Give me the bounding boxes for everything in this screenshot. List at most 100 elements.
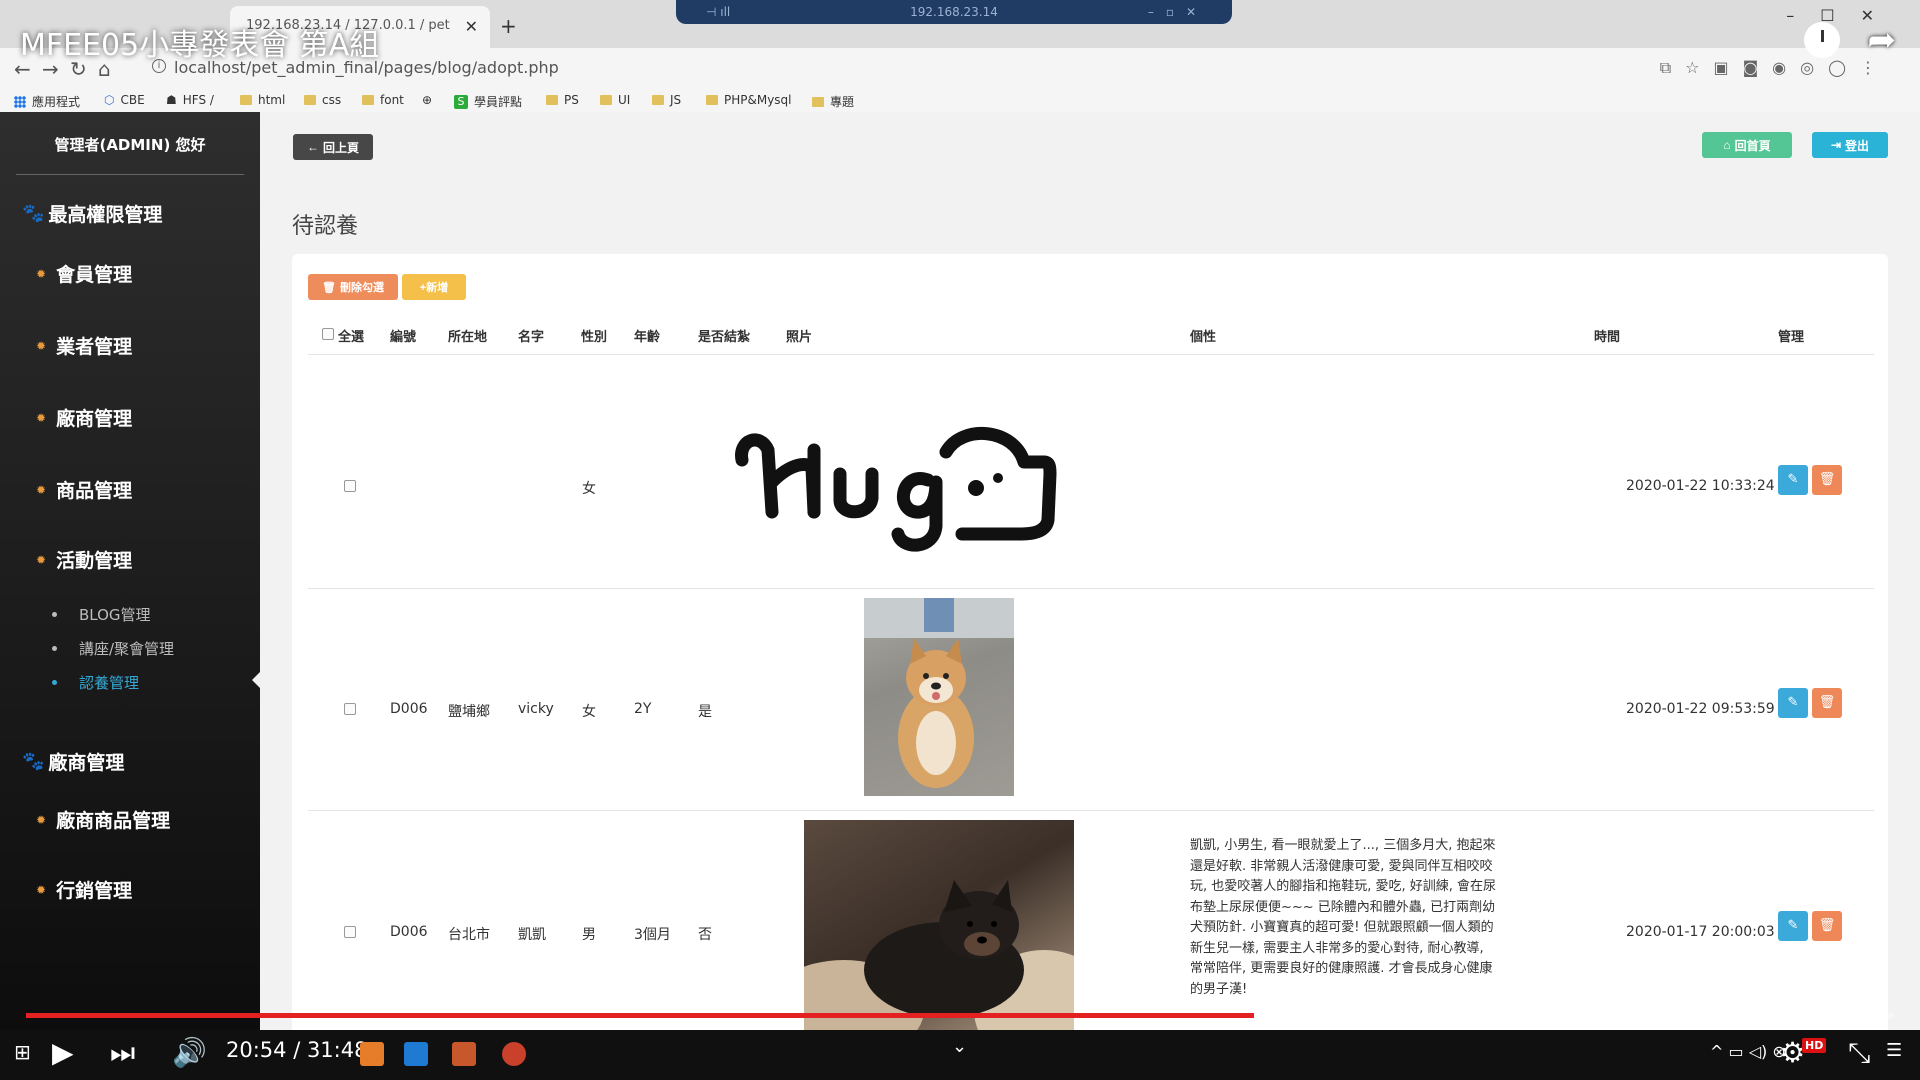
bookmark-globe[interactable]: ⊕	[422, 93, 432, 107]
row-id: D006	[390, 924, 428, 940]
row-age: 2Y	[634, 701, 652, 717]
cbe-icon: ⬡	[104, 93, 115, 107]
bookmark-hfs[interactable]: ☗ HFS /	[166, 93, 214, 107]
row-checkbox[interactable]	[344, 480, 356, 492]
bookmark-ps[interactable]: PS	[546, 93, 579, 107]
chevron-down-icon[interactable]: ⌄	[952, 1036, 967, 1057]
sidebar-item-marketing[interactable]: ✹ 行銷管理	[36, 876, 132, 903]
add-button[interactable]: +新增	[402, 274, 466, 300]
delete-selected-button[interactable]: 🗑 刪除勾選	[308, 274, 398, 300]
notification-icon[interactable]: ☰	[1886, 1040, 1902, 1061]
divider	[16, 174, 244, 175]
sidebar-item-events[interactable]: ✹ 活動管理	[36, 546, 132, 573]
row-gender: 女	[582, 704, 596, 720]
trash-icon: 🗑	[322, 281, 336, 294]
bookmark-html[interactable]: html	[240, 93, 285, 107]
vscode-icon[interactable]	[404, 1042, 428, 1066]
toolbar-extension-icons[interactable]: ⧉☆▣◙◉◎◯⋮	[1660, 58, 1890, 78]
row-adopted: 是	[698, 704, 712, 720]
progress-played[interactable]	[26, 1013, 1255, 1018]
hugs-logo	[735, 426, 1057, 552]
hfs-icon: ☗	[166, 93, 177, 107]
bookmark-review[interactable]: S 學員評點	[454, 93, 522, 110]
row-name: 凱凱	[518, 927, 546, 943]
sidebar-subitem-blog[interactable]: BLOG管理	[52, 604, 151, 625]
s-icon: S	[454, 94, 468, 109]
sidebar-item-businesses[interactable]: ✹ 業者管理	[36, 332, 132, 359]
row-location: 台北市	[448, 927, 490, 943]
video-title: MFEE05小專發表會 第A組	[20, 28, 380, 63]
close-icon[interactable]: ✕	[465, 17, 478, 36]
sidebar-subitem-adopt[interactable]: 認養管理	[52, 672, 139, 693]
new-tab-icon[interactable]: +	[500, 14, 517, 38]
folder-icon	[812, 96, 824, 107]
edit-button[interactable]: ✎	[1778, 688, 1808, 718]
row-gender: 女	[582, 481, 596, 497]
powerpoint-icon[interactable]	[502, 1042, 526, 1066]
sidebar-item-vendors[interactable]: ✹ 廠商管理	[36, 404, 132, 431]
row-checkbox[interactable]	[344, 926, 356, 938]
active-indicator	[252, 672, 260, 688]
sidebar-item-vendor-products[interactable]: ✹ 廠商商品管理	[36, 806, 170, 833]
row-name: vicky	[518, 701, 554, 717]
row-checkbox[interactable]	[344, 703, 356, 715]
paw-icon: ✹	[36, 812, 47, 827]
volume-icon[interactable]: 🔊	[172, 1036, 207, 1069]
paw-icon: ✹	[36, 552, 47, 567]
bookmark-cbe[interactable]: ⬡ CBE	[104, 93, 145, 107]
delete-button[interactable]: 🗑	[1812, 688, 1842, 718]
bookmark-ui[interactable]: UI	[600, 93, 630, 107]
bullet-icon	[52, 612, 57, 617]
select-all-checkbox[interactable]	[322, 328, 334, 340]
play-icon[interactable]: ▶	[52, 1036, 74, 1069]
bookmark-php[interactable]: PHP&Mysql	[706, 93, 792, 107]
bookmark-apps[interactable]: 應用程式	[14, 93, 80, 110]
row-time: 2020-01-22 09:53:59	[1626, 701, 1775, 717]
hd-badge: HD	[1802, 1038, 1827, 1053]
delete-button[interactable]: 🗑	[1812, 911, 1842, 941]
next-icon[interactable]: ⏭	[110, 1036, 135, 1070]
apps-icon	[14, 95, 26, 108]
system-tray-icons[interactable]: ^ ▭ ◁) ⊗	[1710, 1042, 1786, 1061]
bookmark-js[interactable]: JS	[652, 93, 681, 107]
sidebar-section-admin: 🐾 最高權限管理	[22, 203, 163, 226]
delete-button[interactable]: 🗑	[1812, 465, 1842, 495]
sidebar-section-vendor: 🐾 廠商管理	[22, 751, 125, 774]
bullet-icon	[52, 680, 57, 685]
sidebar-subitem-lectures[interactable]: 講座/聚會管理	[52, 638, 174, 659]
exit-fullscreen-icon[interactable]: ⤡	[1848, 1036, 1870, 1070]
xampp-icon[interactable]	[452, 1042, 476, 1066]
row-location: 鹽埔鄉	[448, 704, 490, 720]
folder-icon	[706, 95, 718, 105]
logout-button[interactable]: ⇥ 登出	[1812, 132, 1888, 158]
pin-icon[interactable]: ⊣ ıll	[706, 0, 730, 24]
back-button[interactable]: ← 回上頁	[293, 134, 373, 160]
divider	[308, 588, 1874, 589]
folder-icon	[362, 95, 374, 105]
home-button[interactable]: ⌂ 回首頁	[1702, 132, 1792, 158]
bookmark-project[interactable]: 專題	[812, 93, 854, 110]
edit-button[interactable]: ✎	[1778, 911, 1808, 941]
remote-window-controls[interactable]: –▫✕	[1148, 0, 1208, 24]
folder-icon	[652, 95, 664, 105]
globe-icon: ⊕	[422, 93, 433, 107]
windows-start-icon[interactable]: ⊞	[14, 1040, 31, 1064]
divider	[308, 354, 1874, 355]
row-adopted: 否	[698, 927, 712, 943]
paw-icon: ✹	[36, 882, 47, 897]
firefox-icon[interactable]	[360, 1042, 384, 1066]
paw-icon: ✹	[36, 266, 47, 281]
remote-session-bar: ⊣ ıll 192.168.23.14 –▫✕	[676, 0, 1232, 24]
edit-button[interactable]: ✎	[1778, 465, 1808, 495]
header-adopted: 是否結紮	[698, 330, 751, 345]
header-personality: 個性	[1190, 330, 1217, 345]
watch-later-icon[interactable]	[1804, 22, 1840, 58]
bookmark-css[interactable]: css	[304, 93, 341, 107]
sidebar-item-members[interactable]: ✹ 會員管理	[36, 260, 132, 287]
shiba-photo	[864, 598, 1014, 796]
bookmark-font[interactable]: font	[362, 93, 404, 107]
sidebar-item-products[interactable]: ✹ 商品管理	[36, 476, 132, 503]
share-icon[interactable]: ➦	[1868, 20, 1897, 60]
video-controls: ⊞ ▶ ⏭ 🔊 20:54 / 31:48 ⌄ ^ ▭ ◁) ⊗ ⚙ HD ⤡ …	[0, 1030, 1920, 1080]
page-title: 待認養	[292, 214, 359, 239]
